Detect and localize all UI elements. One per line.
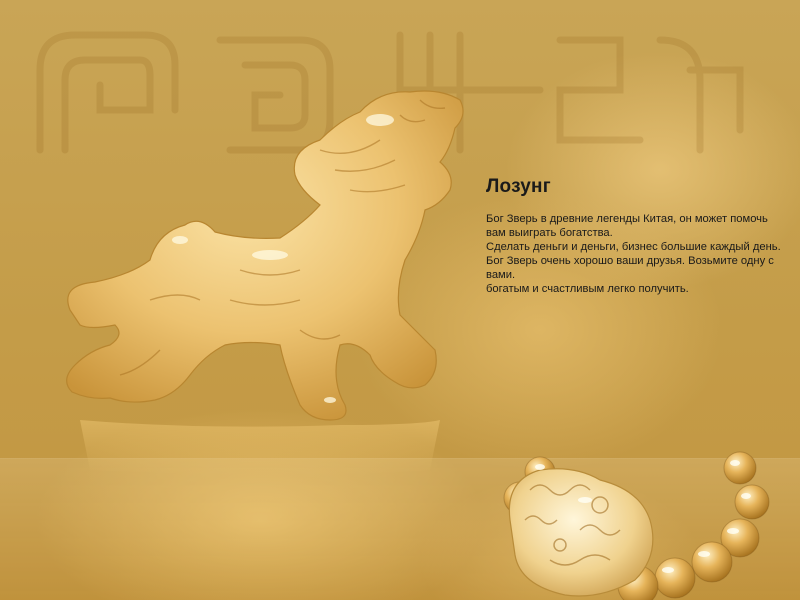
slogan-paragraph: Сделать деньги и деньги, бизнес большие …	[486, 241, 781, 253]
slogan-text-block: Лозунг Бог Зверь в древние легенды Китая…	[486, 176, 786, 296]
slogan-paragraph: богатым и счастливым легко получить.	[486, 283, 689, 295]
slogan-paragraph: Бог Зверь очень хорошо ваши друзья. Возь…	[486, 255, 774, 281]
slogan-paragraph: Бог Зверь в древние легенды Китая, он мо…	[486, 213, 768, 239]
slogan-title: Лозунг	[486, 176, 551, 197]
jade-bracelet-image	[503, 451, 770, 600]
